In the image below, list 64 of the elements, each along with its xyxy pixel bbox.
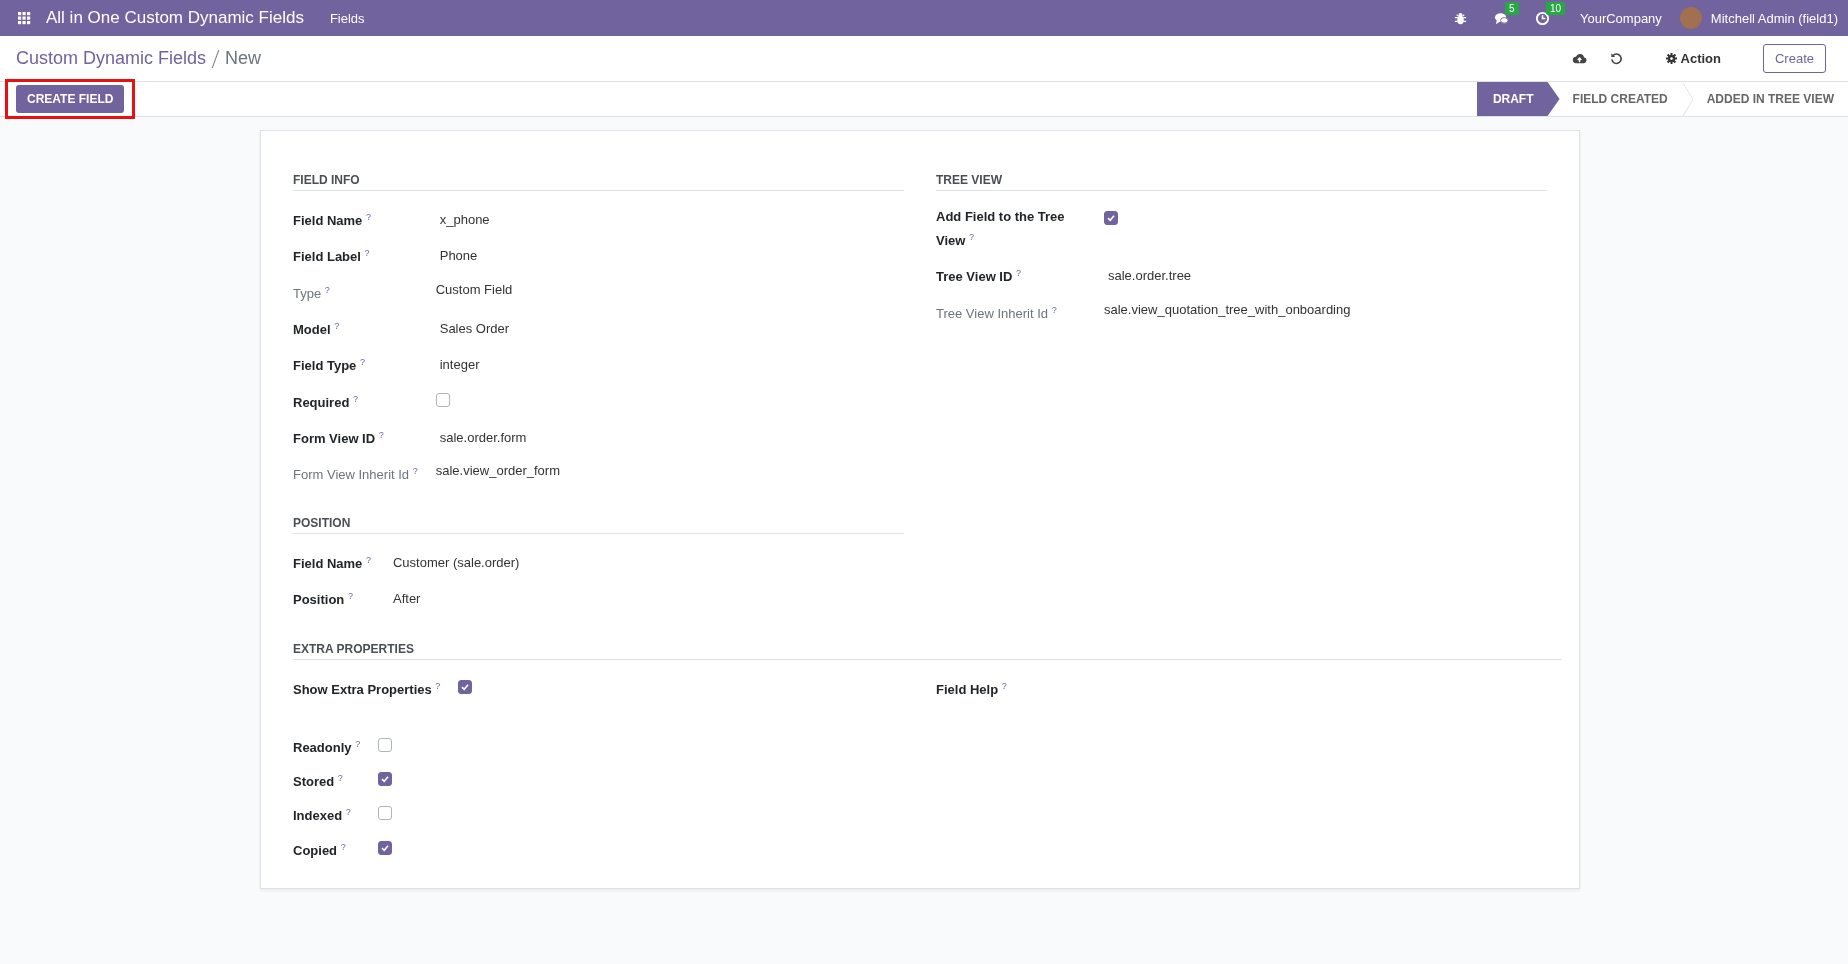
field-label: Tree View Inherit Id $^{?}$ bbox=[936, 303, 1058, 323]
breadcrumb-item[interactable]: Custom Dynamic Fields bbox=[16, 48, 207, 69]
checkbox[interactable] bbox=[1104, 211, 1118, 225]
field-value: sale.view_order_form bbox=[435, 462, 561, 481]
count-badge: 5 bbox=[1504, 1, 1519, 15]
field-label: Required $^{?}$ bbox=[293, 392, 359, 412]
undo-icon[interactable] bbox=[1608, 51, 1624, 66]
field-label: Form View ID $^{?}$ bbox=[293, 428, 385, 449]
chat-icon[interactable] bbox=[1493, 10, 1509, 26]
gear-icon bbox=[1665, 53, 1677, 64]
field-label: Readonly $^{?}$ bbox=[293, 737, 361, 757]
user-menu[interactable]: Mitchell Admin (field1) bbox=[1710, 10, 1838, 26]
bug-icon[interactable] bbox=[1452, 10, 1468, 26]
checkbox[interactable] bbox=[435, 392, 450, 407]
field-value: sale.view_quotation_tree_with_onboarding bbox=[1104, 300, 1352, 319]
input-field[interactable]: After bbox=[389, 585, 904, 612]
field-label: Model $^{?}$ bbox=[293, 320, 341, 340]
input-field[interactable]: integer bbox=[435, 352, 904, 379]
cloud-upload-icon[interactable] bbox=[1571, 51, 1587, 66]
action-button[interactable]: Action bbox=[1665, 51, 1721, 66]
section-heading: POSITION bbox=[293, 515, 904, 534]
field-label: Field Name $^{?}$ bbox=[293, 211, 372, 231]
field-label: Type $^{?}$ bbox=[293, 283, 331, 303]
menu-item[interactable]: Fields bbox=[329, 10, 365, 26]
clock-icon[interactable] bbox=[1534, 10, 1550, 26]
checkmark-icon bbox=[380, 842, 391, 853]
field-label: Field Name $^{?}$ bbox=[293, 553, 371, 573]
input-field[interactable]: sale.order.form bbox=[435, 424, 904, 451]
input-field[interactable]: Phone bbox=[435, 243, 904, 270]
input-field[interactable]: Customer (sale.order) bbox=[389, 549, 904, 576]
field-label: Form View Inherit Id $^{?}$ bbox=[293, 465, 418, 485]
field-label: Indexed $^{?}$ bbox=[293, 806, 352, 826]
section-heading: EXTRA PROPERTIES bbox=[293, 642, 1562, 661]
field-label: Stored $^{?}$ bbox=[293, 771, 344, 792]
checkbox[interactable] bbox=[378, 771, 393, 786]
create-button[interactable]: Create bbox=[1762, 44, 1826, 73]
field-label: Copied $^{?}$ bbox=[293, 840, 347, 860]
field-label: Position $^{?}$ bbox=[293, 589, 354, 610]
count-badge: 10 bbox=[1545, 1, 1566, 15]
status-step[interactable]: DRAFT bbox=[1476, 82, 1560, 116]
section-heading: FIELD INFO bbox=[293, 173, 904, 191]
section-heading: TREE VIEW bbox=[936, 173, 1547, 191]
checkbox[interactable] bbox=[378, 840, 393, 855]
apps-menu-icon[interactable] bbox=[16, 10, 32, 26]
input-field[interactable]: Sales Order bbox=[435, 316, 904, 342]
field-label: Field Help $^{?}$ bbox=[936, 680, 1007, 700]
create-field-button[interactable]: CREATE FIELD bbox=[16, 85, 125, 113]
checkmark-icon bbox=[1106, 213, 1116, 223]
checkbox[interactable] bbox=[458, 680, 473, 695]
checkbox[interactable] bbox=[378, 737, 393, 752]
field-label: Field Label $^{?}$ bbox=[293, 247, 371, 267]
field-label: Show Extra Properties $^{?}$ bbox=[293, 680, 441, 700]
field-label: Tree View ID $^{?}$ bbox=[936, 267, 1022, 287]
input-field[interactable]: sale.order.tree bbox=[1104, 263, 1547, 290]
field-label: Field Type $^{?}$ bbox=[293, 356, 366, 376]
checkbox[interactable] bbox=[378, 806, 393, 821]
checkmark-icon bbox=[380, 773, 391, 784]
field-label: Add Field to the Tree View $^{?}$ bbox=[936, 208, 1066, 251]
field-value: Custom Field bbox=[435, 280, 514, 299]
app-title[interactable]: All in One Custom Dynamic Fields bbox=[46, 8, 304, 28]
breadcrumb-item: New bbox=[225, 48, 262, 69]
checkmark-icon bbox=[460, 682, 471, 693]
company-switcher[interactable]: YourCompany bbox=[1579, 10, 1662, 26]
input-field[interactable]: x_phone bbox=[435, 207, 904, 233]
